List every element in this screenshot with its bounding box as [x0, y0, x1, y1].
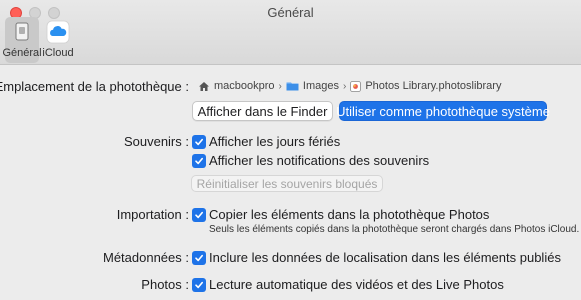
path-segment: macbookpro — [214, 80, 275, 92]
memories-label: Souvenirs : — [123, 134, 189, 149]
show-in-finder-button[interactable]: Afficher dans le Finder — [192, 101, 333, 121]
folder-icon — [286, 81, 299, 91]
include-location-checkbox-label[interactable]: Inclure les données de localisation dans… — [209, 250, 561, 265]
use-as-system-library-button[interactable]: Utiliser comme photothèque système — [336, 101, 550, 121]
holidays-checkbox[interactable] — [192, 135, 206, 149]
path-segment: Photos Library.photoslibrary — [365, 80, 502, 92]
toolbar-tab-general[interactable]: Général — [2, 17, 42, 63]
library-location-label: Emplacement de la photothèque : — [0, 79, 189, 94]
photos-label: Photos : — [141, 277, 189, 292]
reset-blocked-memories-button[interactable]: Réinitialiser les souvenirs bloqués — [191, 175, 383, 192]
holidays-checkbox-label[interactable]: Afficher les jours fériés — [209, 134, 340, 149]
path-segment: Images — [302, 80, 339, 92]
chevron-right-icon: › — [278, 80, 282, 92]
importing-label: Importation : — [116, 207, 189, 222]
autoplay-checkbox-label[interactable]: Lecture automatique des vidéos et des Li… — [209, 277, 504, 292]
copy-items-checkbox[interactable] — [192, 208, 206, 222]
library-path: macbookpro › Images › Photos Library.pho… — [198, 80, 501, 92]
toolbar-tab-label: Général — [2, 47, 42, 59]
toolbar-tab-icloud[interactable]: iCloud — [41, 17, 75, 63]
memories-notifications-checkbox-label[interactable]: Afficher les notifications des souvenirs — [209, 153, 429, 168]
checkmark-icon — [195, 138, 203, 146]
title-bar: Général Général iCloud — [0, 0, 581, 65]
toolbar-tab-label: iCloud — [42, 47, 74, 59]
preferences-window: Général Général iCloud Emplacement de la… — [0, 0, 581, 300]
photos-library-icon — [350, 80, 362, 92]
autoplay-checkbox[interactable] — [192, 278, 206, 292]
metadata-label: Métadonnées : — [102, 250, 189, 265]
checkmark-icon — [195, 211, 203, 219]
chevron-right-icon: › — [342, 80, 347, 92]
memories-notifications-checkbox[interactable] — [192, 154, 206, 168]
window-title: Général — [267, 5, 314, 20]
importing-note: Seuls les éléments copiés dans la photot… — [209, 224, 580, 235]
icloud-icon — [45, 19, 71, 45]
general-icon — [9, 19, 35, 45]
home-icon — [198, 81, 210, 92]
checkmark-icon — [195, 254, 203, 262]
checkmark-icon — [195, 157, 203, 165]
checkmark-icon — [195, 281, 203, 289]
copy-items-checkbox-label[interactable]: Copier les éléments dans la photothèque … — [209, 207, 489, 222]
include-location-checkbox[interactable] — [192, 251, 206, 265]
